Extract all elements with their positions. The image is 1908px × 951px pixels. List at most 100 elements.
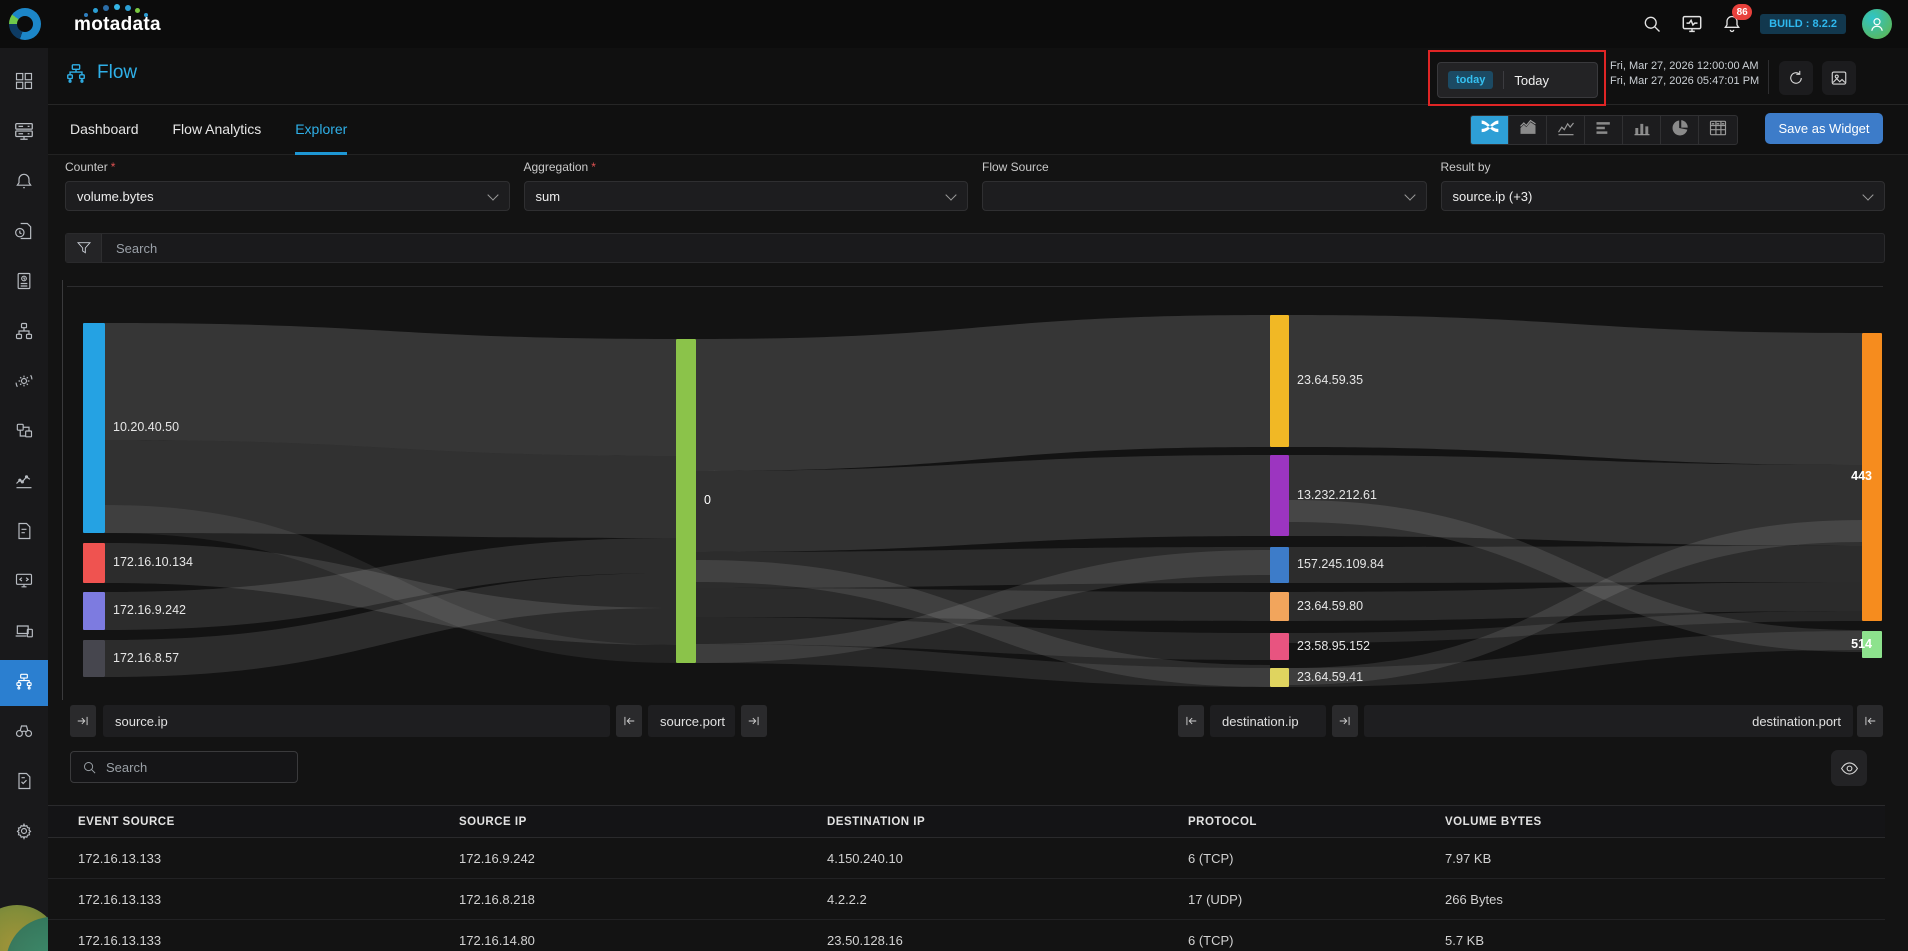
tab-dashboard[interactable]: Dashboard [70,105,139,155]
column-chart-button[interactable] [1623,116,1661,144]
agent-monitor-icon [14,571,34,596]
counter-value: volume.bytes [77,189,154,204]
sankey-chart-icon [1480,118,1500,143]
image-icon [1830,69,1848,87]
sankey-chart: 10.20.40.50172.16.10.134172.16.9.242172.… [65,260,1885,700]
collapse-right-icon[interactable] [1332,705,1358,737]
chevron-down-icon [1404,189,1415,200]
sankey-node-172-16-10-134[interactable] [83,543,105,583]
time-range-values: Fri, Mar 27, 2026 12:00:00 AM Fri, Mar 2… [1610,59,1762,89]
time-range-select[interactable]: today Today [1437,62,1598,98]
table-chart-button[interactable] [1699,116,1737,144]
column-visibility-button[interactable] [1831,750,1867,786]
export-image-button[interactable] [1822,61,1856,95]
table-row[interactable]: 172.16.13.133172.16.9.2424.150.240.106 (… [48,838,1885,879]
sidebar-item-log-document[interactable] [0,510,48,556]
table-row[interactable]: 172.16.13.133172.16.8.2184.2.2.217 (UDP)… [48,879,1885,920]
counter-label: Counter* [65,160,510,174]
flow-icon [14,671,34,696]
sitemap-icon [14,321,34,346]
chevron-down-icon [1862,189,1873,200]
axis-label-source-port[interactable]: source.port [648,705,735,737]
global-search-icon[interactable] [1640,12,1664,36]
axis-label-destination-port[interactable]: destination.port [1364,705,1853,737]
collapse-left-icon[interactable] [1178,705,1204,737]
cell-event-source: 172.16.13.133 [78,851,459,866]
sidebar-item-flow[interactable] [0,660,48,706]
filter-search-input[interactable] [102,234,1884,262]
sankey-node-23-58-95-152[interactable] [1270,633,1289,660]
sankey-node-label: 23.64.59.41 [1297,670,1363,684]
sankey-node-157-245-109-84[interactable] [1270,547,1289,583]
topology-icon [14,421,34,446]
flow-title-icon [65,62,87,84]
sidebar-item-file-clock[interactable] [0,210,48,256]
sidebar-item-alerts-bell[interactable] [0,160,48,206]
main-content: Counter*volume.bytesAggregation*sumFlow … [48,155,1908,951]
notifications-bell-icon[interactable]: 86 [1720,12,1744,36]
page-header: Flow today Today Fri, Mar 27, 2026 12:00… [48,48,1908,105]
motadata-logo-icon[interactable] [9,8,41,40]
sankey-node-23-64-59-35[interactable] [1270,315,1289,447]
aggregation-select[interactable]: sum [524,181,969,211]
sankey-node-0[interactable] [676,339,696,663]
axis-label-destination-ip[interactable]: destination.ip [1210,705,1326,737]
table-row[interactable]: 172.16.13.133172.16.14.8023.50.128.166 (… [48,920,1885,951]
pie-chart-button[interactable] [1661,116,1699,144]
sidebar-item-sitemap[interactable] [0,310,48,356]
collapse-left-icon[interactable] [616,705,642,737]
cell-destination-ip: 23.50.128.16 [827,933,1188,948]
sidebar-item-topology[interactable] [0,410,48,456]
sankey-node-13-232-212-61[interactable] [1270,455,1289,536]
sidebar-item-metric-analytics[interactable] [0,460,48,506]
topbar: motadata 86 BUILD : 8.2.2 [0,0,1908,48]
line-chart-button[interactable] [1547,116,1585,144]
user-avatar[interactable] [1862,9,1892,39]
sankey-node-label: 10.20.40.50 [113,420,179,434]
table-search-input[interactable] [106,760,286,775]
refresh-button[interactable] [1779,61,1813,95]
sankey-node-172-16-8-57[interactable] [83,640,105,677]
axis-label-source-ip[interactable]: source.ip [103,705,610,737]
chevron-down-icon [945,189,956,200]
metric-analytics-icon [14,471,34,496]
flow-source-select[interactable] [982,181,1427,211]
sidebar-item-settings-gear[interactable] [0,810,48,856]
sidebar-item-automation-gear[interactable] [0,360,48,406]
collapse-right-icon[interactable] [741,705,767,737]
cell-event-source: 172.16.13.133 [78,892,459,907]
sankey-node-10-20-40-50[interactable] [83,323,105,533]
sidebar-item-server-inventory[interactable] [0,110,48,156]
filter-funnel-button[interactable] [66,234,102,262]
settings-gear-icon [14,821,34,846]
horizontal-bar-chart-button[interactable] [1585,116,1623,144]
result-by-select[interactable]: source.ip (+3) [1441,181,1886,211]
remote-console-icon[interactable] [1680,12,1704,36]
automation-gear-icon [14,371,34,396]
sankey-chart-button[interactable] [1471,116,1509,144]
sidebar-item-devices[interactable] [0,610,48,656]
collapse-left-icon[interactable] [1857,705,1883,737]
sidebar-item-agent-monitor[interactable] [0,560,48,606]
cell-protocol: 17 (UDP) [1188,892,1445,907]
sidebar-item-audit-checklist[interactable] [0,760,48,806]
sidebar-item-scheduled-report[interactable] [0,260,48,306]
sankey-node-23-64-59-80[interactable] [1270,592,1289,621]
collapse-right-icon[interactable] [70,705,96,737]
sidebar-item-dashboard-grid[interactable] [0,60,48,106]
time-range-label: Today [1514,73,1549,88]
refresh-icon [1787,69,1805,87]
sankey-node-label: 23.64.59.80 [1297,599,1363,613]
tab-explorer[interactable]: Explorer [295,105,347,155]
area-chart-icon [1518,118,1538,143]
sankey-node-label: 443 [1830,469,1872,483]
sidebar-item-discovery-binoculars[interactable] [0,710,48,756]
counter-select[interactable]: volume.bytes [65,181,510,211]
header-separator [1768,60,1769,94]
tab-flow-analytics[interactable]: Flow Analytics [173,105,262,155]
sankey-node-172-16-9-242[interactable] [83,592,105,630]
area-chart-button[interactable] [1509,116,1547,144]
save-as-widget-button[interactable]: Save as Widget [1765,113,1883,144]
sankey-node-23-64-59-41[interactable] [1270,668,1289,687]
cell-destination-ip: 4.150.240.10 [827,851,1188,866]
